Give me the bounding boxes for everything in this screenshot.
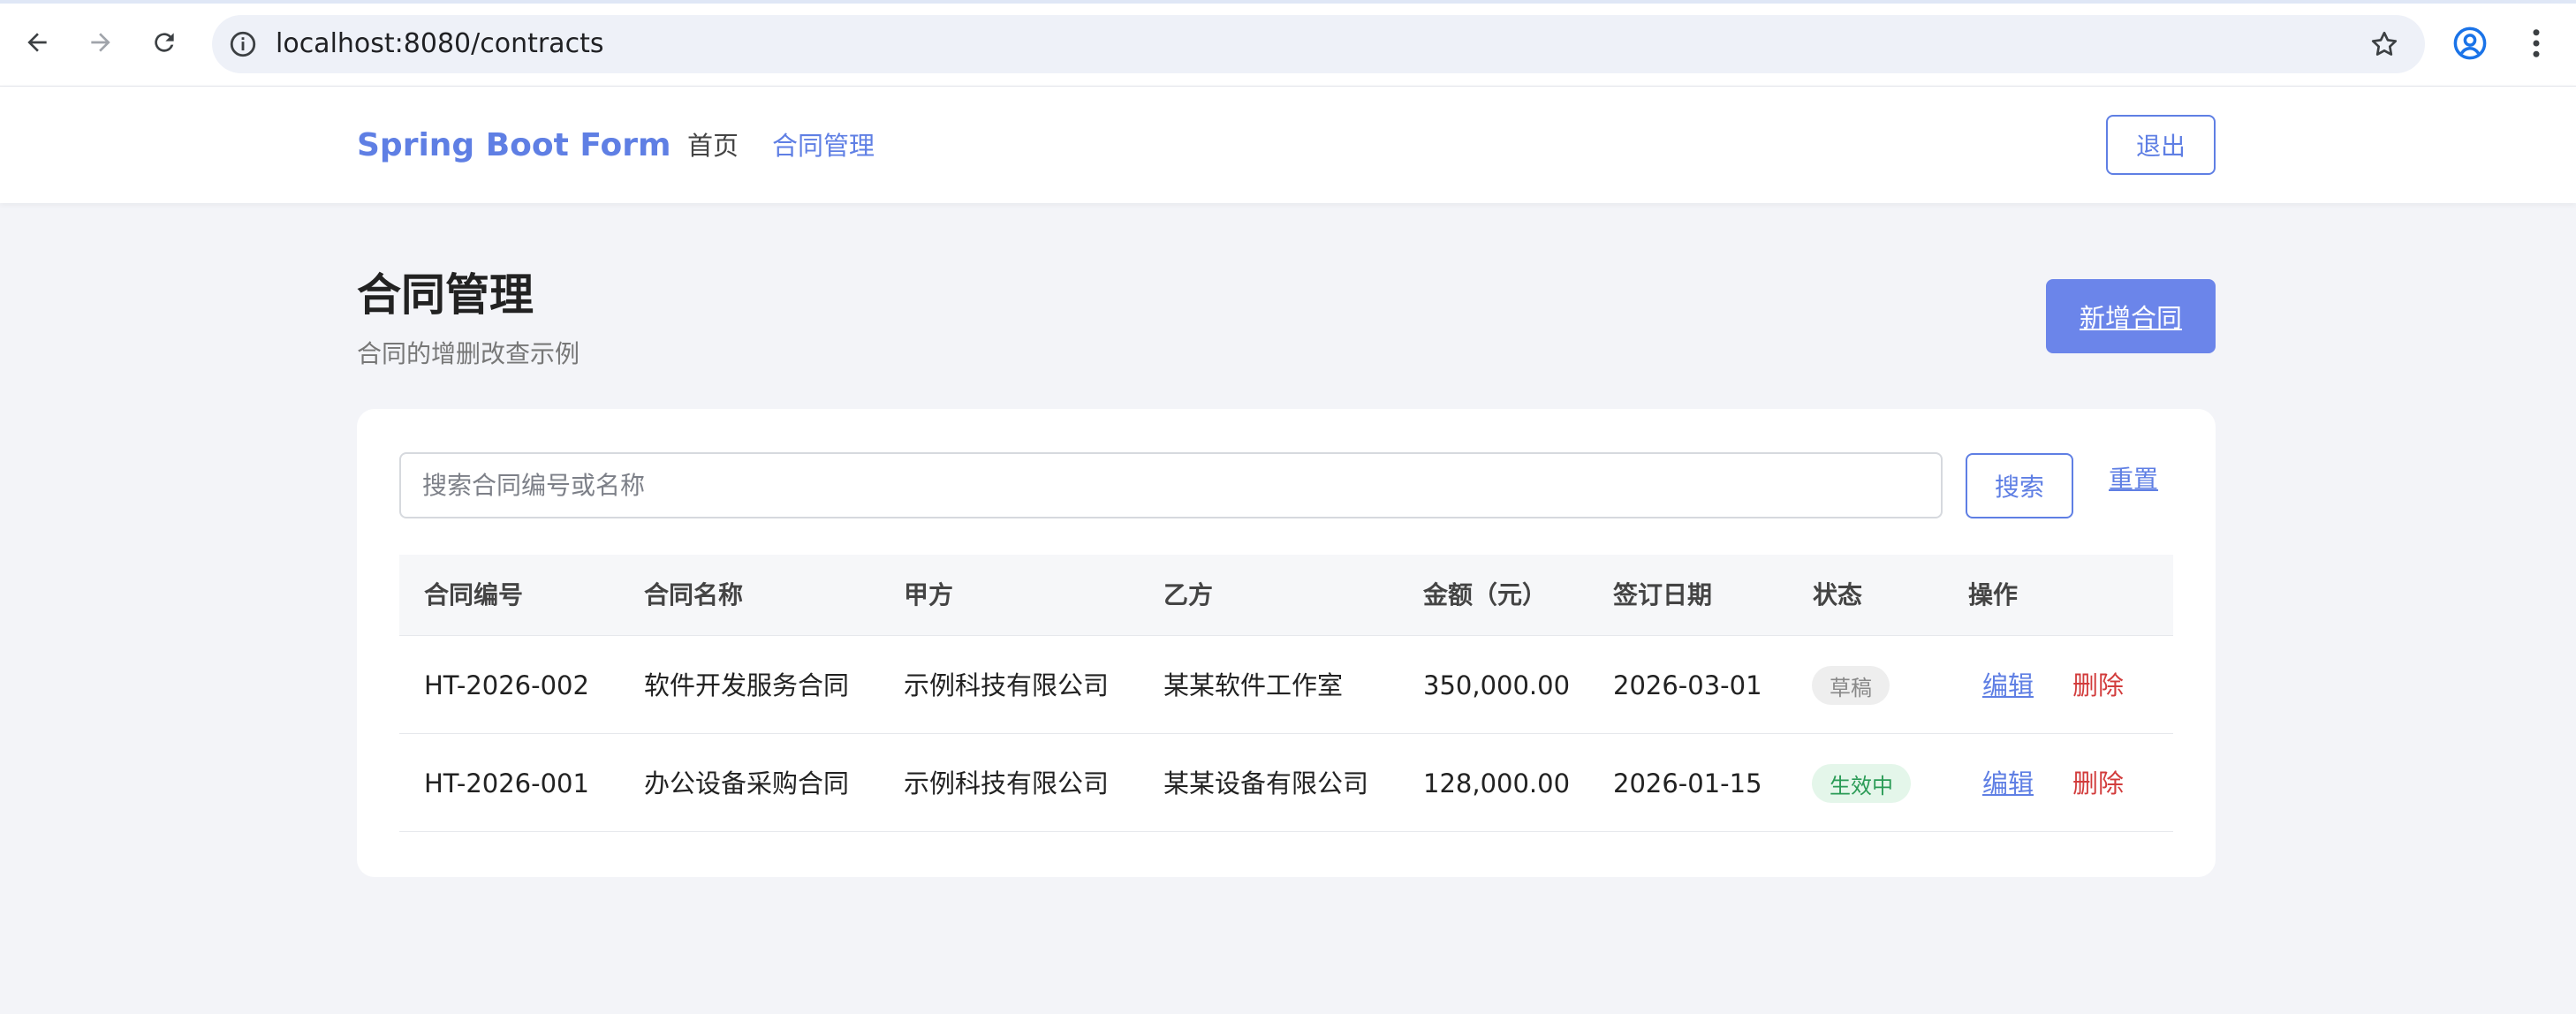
- column-header-code: 合同编号: [424, 580, 524, 609]
- logout-button[interactable]: 退出: [2106, 115, 2216, 175]
- cell-party-a: 示例科技有限公司: [904, 670, 1110, 700]
- reload-icon: [155, 33, 174, 52]
- cell-name: 软件开发服务合同: [644, 670, 850, 700]
- arrow-right-icon: [91, 33, 110, 52]
- cell-code: HT-2026-002: [424, 670, 589, 700]
- column-header-party-b: 乙方: [1163, 580, 1214, 609]
- edit-link[interactable]: 编辑: [1982, 669, 2034, 702]
- add-contract-button[interactable]: 新增合同: [2046, 279, 2216, 353]
- column-header-date: 签订日期: [1613, 580, 1713, 609]
- delete-link[interactable]: 删除: [2072, 767, 2124, 800]
- search-input[interactable]: [399, 452, 1943, 518]
- cell-party-b: 某某软件工作室: [1163, 670, 1344, 700]
- address-bar[interactable]: localhost:8080/contracts: [212, 15, 2425, 73]
- forward-button[interactable]: [80, 21, 122, 64]
- column-header-amount: 金额（元）: [1423, 580, 1548, 609]
- cell-date: 2026-03-01: [1613, 670, 1762, 700]
- cell-amount: 128,000.00: [1423, 768, 1571, 798]
- page-subtitle: 合同的增删改查示例: [357, 339, 580, 368]
- cell-party-b: 某某设备有限公司: [1163, 768, 1369, 798]
- brand-logo[interactable]: Spring Boot Form: [357, 124, 671, 168]
- delete-link[interactable]: 删除: [2072, 669, 2124, 702]
- profile-icon[interactable]: [2451, 25, 2489, 62]
- site-info-icon[interactable]: [228, 29, 258, 59]
- column-header-party-a: 甲方: [904, 580, 954, 609]
- reload-button[interactable]: [143, 21, 186, 64]
- column-header-status: 状态: [1813, 580, 1863, 609]
- cell-date: 2026-01-15: [1613, 768, 1762, 798]
- nav-home[interactable]: 首页: [687, 129, 739, 163]
- cell-code: HT-2026-001: [424, 768, 589, 798]
- column-header-name: 合同名称: [644, 580, 744, 609]
- column-header-actions: 操作: [1968, 580, 2019, 609]
- edit-link[interactable]: 编辑: [1982, 767, 2034, 800]
- bookmark-star-icon[interactable]: [2368, 28, 2400, 60]
- more-menu-icon[interactable]: [2518, 25, 2555, 62]
- status-badge: 生效中: [1812, 764, 1911, 803]
- cell-amount: 350,000.00: [1423, 670, 1571, 700]
- search-button[interactable]: 搜索: [1966, 453, 2073, 518]
- back-button[interactable]: [16, 21, 58, 64]
- tab-strip-edge: [0, 0, 2576, 4]
- reset-link[interactable]: 重置: [2109, 463, 2158, 496]
- url-text[interactable]: localhost:8080/contracts: [276, 29, 603, 59]
- cell-party-a: 示例科技有限公司: [904, 768, 1110, 798]
- status-badge: 草稿: [1812, 666, 1890, 705]
- nav-contracts[interactable]: 合同管理: [772, 129, 875, 163]
- browser-toolbar: localhost:8080/contracts: [0, 0, 2576, 87]
- page-title: 合同管理: [357, 269, 534, 321]
- cell-name: 办公设备采购合同: [644, 768, 850, 798]
- arrow-left-icon: [27, 33, 47, 52]
